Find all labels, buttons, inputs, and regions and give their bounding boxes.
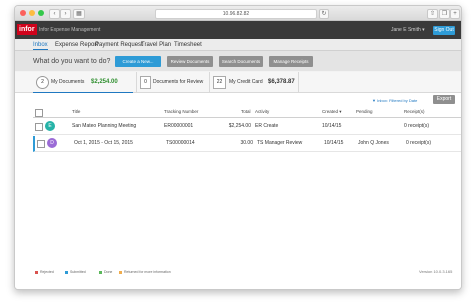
browser-titlebar: ‹ › ▦ 10.96.82.82 ↻ ⇧ ❐ + [15, 6, 461, 21]
row-pending: John Q Jones [358, 140, 389, 146]
done-swatch [99, 270, 102, 274]
column-activity[interactable]: Activity [255, 109, 269, 115]
my-documents-count: 2 [36, 76, 49, 89]
table-row[interactable]: D Oct 1, 2015 - Oct 15, 2015 TS00000014 … [33, 136, 461, 152]
legend-done: Done [99, 270, 112, 275]
search-documents-button[interactable]: Search Documents [219, 56, 263, 67]
row-title[interactable]: Oct 1, 2015 - Oct 15, 2015 [74, 140, 133, 147]
row-activity: TS Manager Review [257, 140, 303, 146]
main-tabs: Inbox Expense Report Payment Request Tra… [15, 39, 461, 51]
new-tab-icon[interactable]: + [450, 9, 460, 19]
maximize-window-button[interactable] [38, 10, 44, 16]
column-receipts[interactable]: Receipt(s) [404, 109, 425, 115]
row-title[interactable]: San Mateo Planning Meeting [72, 123, 136, 130]
my-documents-card[interactable]: 2 My Documents $2,254.00 [33, 72, 133, 94]
review-documents-button[interactable]: Review Documents [167, 56, 213, 67]
review-count: 0 [140, 76, 151, 89]
minimize-window-button[interactable] [29, 10, 35, 16]
credit-card-card[interactable]: 22 My Credit Card $6,378.87 [209, 72, 299, 92]
user-name: Jane E Smith [391, 27, 421, 33]
row-checkbox[interactable] [35, 123, 43, 131]
timesheet-icon: D [47, 138, 57, 148]
export-button[interactable]: Export [433, 95, 455, 104]
address-text: 10.96.82.82 [222, 11, 250, 17]
row-created: 10/14/15 [322, 123, 342, 129]
legend-label: Returned for more information [124, 270, 171, 274]
row-receipts: 0 receipt(s) [404, 123, 430, 129]
row-total: $2,254.00 [228, 123, 251, 129]
column-tracking[interactable]: Tracking Number [164, 109, 198, 115]
sign-out-button[interactable]: Sign Out [433, 26, 455, 35]
inbox-content: ▼ Inbox: Filtered by Date Export Title T… [15, 93, 461, 289]
tab-payment-request[interactable]: Payment Request [95, 41, 143, 49]
row-activity: ER Create [255, 123, 279, 129]
rejected-swatch [35, 270, 38, 274]
expense-report-icon: E [45, 121, 55, 131]
tab-travel-plan[interactable]: Travel Plan [141, 41, 171, 49]
my-documents-label: My Documents [51, 79, 85, 85]
app-header: infor Infor Expense Management Jane E Sm… [15, 21, 461, 39]
row-tracking: ER00000001 [164, 123, 194, 129]
table-row[interactable]: E San Mateo Planning Meeting ER00000001 … [33, 119, 461, 135]
sort-arrow-icon: ▾ [339, 109, 342, 114]
forward-icon[interactable]: › [60, 9, 71, 19]
user-menu[interactable]: Jane E Smith ▾ [391, 27, 425, 34]
version-label: Version 10.0.3.165 [419, 269, 453, 274]
legend-label: Rejected [40, 270, 54, 274]
returned-swatch [119, 270, 122, 274]
filter-icon: ▼ [372, 98, 376, 103]
credit-card-label: My Credit Card [229, 79, 263, 85]
tab-timesheet[interactable]: Timesheet [174, 41, 202, 49]
tab-inbox[interactable]: Inbox [33, 41, 48, 50]
tabs-icon[interactable]: ❐ [439, 9, 450, 19]
credit-card-amount: $6,378.87 [268, 79, 295, 85]
filter-label: Inbox: Filtered by Date [377, 98, 418, 103]
row-checkbox[interactable] [37, 140, 45, 148]
back-icon[interactable]: ‹ [49, 9, 60, 19]
row-receipts: 0 receipt(s) [406, 140, 432, 146]
sidebar-icon[interactable]: ▦ [73, 9, 85, 19]
legend-returned: Returned for more information [119, 270, 171, 275]
browser-window: ‹ › ▦ 10.96.82.82 ↻ ⇧ ❐ + infor Infor Ex… [14, 5, 462, 290]
manage-receipts-button[interactable]: Manage Receipts [269, 56, 313, 67]
reload-icon[interactable]: ↻ [319, 9, 329, 19]
select-all-checkbox[interactable] [35, 109, 43, 117]
action-toolbar: What do you want to do? Create a New... … [15, 51, 461, 71]
create-new-button[interactable]: Create a New... [115, 56, 161, 67]
submitted-swatch [65, 270, 68, 274]
credit-card-count: 22 [213, 76, 226, 89]
app-name: Infor Expense Management [39, 27, 101, 33]
address-bar[interactable]: 10.96.82.82 [155, 9, 317, 19]
review-label: Documents for Review [153, 79, 204, 85]
column-created[interactable]: Created ▾ [322, 109, 342, 115]
summary-bar: 2 My Documents $2,254.00 0 Documents for… [15, 72, 461, 94]
header-divider [33, 117, 461, 118]
legend-rejected: Rejected [35, 270, 54, 275]
row-total: 30.00 [240, 140, 253, 146]
chevron-down-icon: ▾ [422, 27, 425, 33]
filter-link[interactable]: ▼ Inbox: Filtered by Date [372, 98, 417, 104]
tab-expense-report[interactable]: Expense Report [55, 41, 98, 49]
close-window-button[interactable] [20, 10, 26, 16]
infor-logo: infor [17, 24, 37, 35]
share-icon[interactable]: ⇧ [427, 9, 438, 19]
column-created-label: Created [322, 109, 339, 114]
legend-label: Submitted [70, 270, 86, 274]
action-prompt: What do you want to do? [33, 58, 111, 65]
column-title[interactable]: Title [72, 109, 80, 115]
my-documents-amount: $2,254.00 [91, 79, 118, 85]
column-pending[interactable]: Pending [356, 109, 373, 115]
legend-submitted: Submitted [65, 270, 86, 275]
row-created: 10/14/15 [324, 140, 344, 146]
row-tracking: TS00000014 [166, 140, 195, 146]
documents-for-review-card[interactable]: 0 Documents for Review [136, 72, 209, 92]
column-total[interactable]: Total [241, 109, 251, 115]
legend-label: Done [104, 270, 113, 274]
